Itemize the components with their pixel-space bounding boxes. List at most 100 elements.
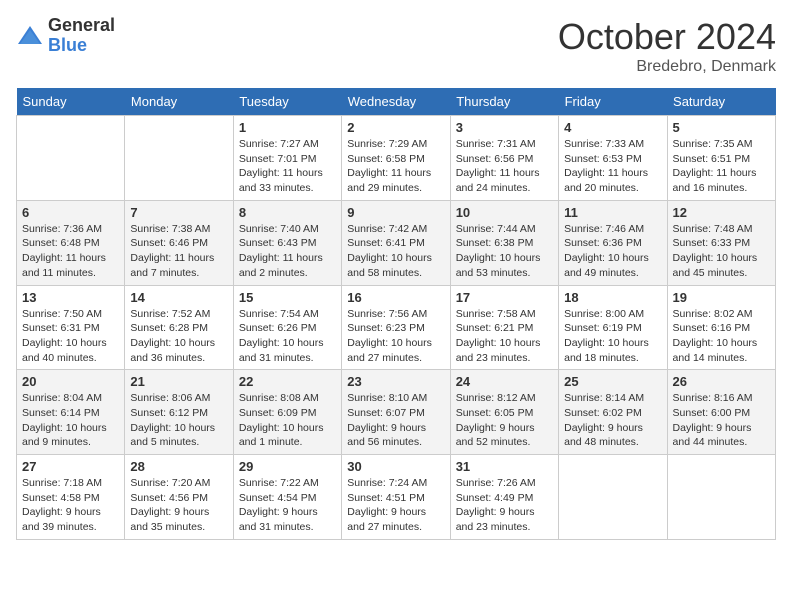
table-row: 11 Sunrise: 7:46 AM Sunset: 6:36 PM Dayli…	[559, 200, 667, 285]
calendar-header: Sunday Monday Tuesday Wednesday Thursday…	[17, 88, 776, 116]
day-detail: Sunrise: 7:26 AM Sunset: 4:49 PM Dayligh…	[456, 476, 553, 535]
table-row: 28 Sunrise: 7:20 AM Sunset: 4:56 PM Dayli…	[125, 455, 233, 540]
calendar-week-row: 6Sunrise: 7:36 AM Sunset: 6:48 PM Daylig…	[17, 200, 776, 285]
table-row: 29Sunrise: 7:22 AM Sunset: 4:54 PM Dayli…	[233, 455, 341, 540]
logo-icon	[16, 22, 44, 50]
page-header: General Blue October 2024 Bredebro, Denm…	[16, 16, 776, 76]
day-number: 5	[673, 120, 770, 135]
day-number: 9	[347, 205, 444, 220]
day-number: 19	[673, 290, 770, 305]
table-row: 8Sunrise: 7:40 AM Sunset: 6:43 PM Daylig…	[233, 200, 341, 285]
day-detail: Sunrise: 8:14 AM Sunset: 6:02 PM Dayligh…	[564, 391, 661, 450]
day-detail: Sunrise: 8:08 AM Sunset: 6:09 PM Dayligh…	[239, 391, 336, 450]
table-row: 4 Sunrise: 7:33 AM Sunset: 6:53 PM Daylig…	[559, 116, 667, 201]
day-number: 17	[456, 290, 553, 305]
calendar-week-row: 20 Sunrise: 8:04 AM Sunset: 6:14 PM Dayli…	[17, 370, 776, 455]
day-detail: Sunrise: 8:06 AM Sunset: 6:12 PM Dayligh…	[130, 391, 227, 450]
day-number: 25	[564, 374, 661, 389]
day-detail: Sunrise: 8:12 AM Sunset: 6:05 PM Dayligh…	[456, 391, 553, 450]
day-number: 1	[239, 120, 336, 135]
table-row	[125, 116, 233, 201]
table-row: 13Sunrise: 7:50 AM Sunset: 6:31 PM Dayli…	[17, 285, 125, 370]
table-row: 5Sunrise: 7:35 AM Sunset: 6:51 PM Daylig…	[667, 116, 775, 201]
day-number: 4	[564, 120, 661, 135]
table-row: 9 Sunrise: 7:42 AM Sunset: 6:41 PM Daylig…	[342, 200, 450, 285]
day-detail: Sunrise: 7:42 AM Sunset: 6:41 PM Dayligh…	[347, 222, 444, 281]
day-number: 18	[564, 290, 661, 305]
col-friday: Friday	[559, 88, 667, 116]
day-number: 29	[239, 459, 336, 474]
table-row: 26 Sunrise: 8:16 AM Sunset: 6:00 PM Dayli…	[667, 370, 775, 455]
day-detail: Sunrise: 8:02 AM Sunset: 6:16 PM Dayligh…	[673, 307, 770, 366]
logo-text: General Blue	[48, 16, 115, 56]
month-title: October 2024	[558, 16, 776, 58]
table-row: 10 Sunrise: 7:44 AM Sunset: 6:38 PM Dayli…	[450, 200, 558, 285]
table-row: 18 Sunrise: 8:00 AM Sunset: 6:19 PM Dayli…	[559, 285, 667, 370]
table-row: 20 Sunrise: 8:04 AM Sunset: 6:14 PM Dayli…	[17, 370, 125, 455]
day-detail: Sunrise: 8:00 AM Sunset: 6:19 PM Dayligh…	[564, 307, 661, 366]
col-sunday: Sunday	[17, 88, 125, 116]
day-detail: Sunrise: 8:16 AM Sunset: 6:00 PM Dayligh…	[673, 391, 770, 450]
table-row: 17 Sunrise: 7:58 AM Sunset: 6:21 PM Dayli…	[450, 285, 558, 370]
day-detail: Sunrise: 7:54 AM Sunset: 6:26 PM Dayligh…	[239, 307, 336, 366]
table-row: 22Sunrise: 8:08 AM Sunset: 6:09 PM Dayli…	[233, 370, 341, 455]
table-row: 7 Sunrise: 7:38 AM Sunset: 6:46 PM Daylig…	[125, 200, 233, 285]
day-detail: Sunrise: 8:04 AM Sunset: 6:14 PM Dayligh…	[22, 391, 119, 450]
day-number: 24	[456, 374, 553, 389]
day-number: 30	[347, 459, 444, 474]
day-detail: Sunrise: 8:10 AM Sunset: 6:07 PM Dayligh…	[347, 391, 444, 450]
day-detail: Sunrise: 7:48 AM Sunset: 6:33 PM Dayligh…	[673, 222, 770, 281]
table-row: 21 Sunrise: 8:06 AM Sunset: 6:12 PM Dayli…	[125, 370, 233, 455]
day-number: 7	[130, 205, 227, 220]
day-detail: Sunrise: 7:33 AM Sunset: 6:53 PM Dayligh…	[564, 137, 661, 196]
day-detail: Sunrise: 7:36 AM Sunset: 6:48 PM Dayligh…	[22, 222, 119, 281]
logo: General Blue	[16, 16, 115, 56]
day-detail: Sunrise: 7:56 AM Sunset: 6:23 PM Dayligh…	[347, 307, 444, 366]
col-wednesday: Wednesday	[342, 88, 450, 116]
calendar-week-row: 13Sunrise: 7:50 AM Sunset: 6:31 PM Dayli…	[17, 285, 776, 370]
day-detail: Sunrise: 7:38 AM Sunset: 6:46 PM Dayligh…	[130, 222, 227, 281]
day-detail: Sunrise: 7:58 AM Sunset: 6:21 PM Dayligh…	[456, 307, 553, 366]
day-detail: Sunrise: 7:46 AM Sunset: 6:36 PM Dayligh…	[564, 222, 661, 281]
table-row: 27 Sunrise: 7:18 AM Sunset: 4:58 PM Dayli…	[17, 455, 125, 540]
day-number: 27	[22, 459, 119, 474]
col-monday: Monday	[125, 88, 233, 116]
logo-blue: Blue	[48, 36, 115, 56]
day-number: 20	[22, 374, 119, 389]
day-number: 28	[130, 459, 227, 474]
day-number: 10	[456, 205, 553, 220]
day-detail: Sunrise: 7:27 AM Sunset: 7:01 PM Dayligh…	[239, 137, 336, 196]
title-block: October 2024 Bredebro, Denmark	[558, 16, 776, 76]
day-number: 15	[239, 290, 336, 305]
table-row	[667, 455, 775, 540]
day-number: 11	[564, 205, 661, 220]
col-tuesday: Tuesday	[233, 88, 341, 116]
table-row: 25 Sunrise: 8:14 AM Sunset: 6:02 PM Dayli…	[559, 370, 667, 455]
table-row: 12 Sunrise: 7:48 AM Sunset: 6:33 PM Dayli…	[667, 200, 775, 285]
day-detail: Sunrise: 7:29 AM Sunset: 6:58 PM Dayligh…	[347, 137, 444, 196]
table-row: 14Sunrise: 7:52 AM Sunset: 6:28 PM Dayli…	[125, 285, 233, 370]
day-detail: Sunrise: 7:20 AM Sunset: 4:56 PM Dayligh…	[130, 476, 227, 535]
calendar-week-row: 1 Sunrise: 7:27 AM Sunset: 7:01 PM Daylig…	[17, 116, 776, 201]
day-detail: Sunrise: 7:18 AM Sunset: 4:58 PM Dayligh…	[22, 476, 119, 535]
table-row: 1 Sunrise: 7:27 AM Sunset: 7:01 PM Daylig…	[233, 116, 341, 201]
day-number: 2	[347, 120, 444, 135]
table-row: 23 Sunrise: 8:10 AM Sunset: 6:07 PM Dayli…	[342, 370, 450, 455]
table-row: 24 Sunrise: 8:12 AM Sunset: 6:05 PM Dayli…	[450, 370, 558, 455]
location: Bredebro, Denmark	[558, 58, 776, 76]
day-number: 12	[673, 205, 770, 220]
table-row: 30Sunrise: 7:24 AM Sunset: 4:51 PM Dayli…	[342, 455, 450, 540]
col-thursday: Thursday	[450, 88, 558, 116]
table-row: 2 Sunrise: 7:29 AM Sunset: 6:58 PM Daylig…	[342, 116, 450, 201]
calendar-table: Sunday Monday Tuesday Wednesday Thursday…	[16, 88, 776, 540]
day-number: 13	[22, 290, 119, 305]
day-number: 26	[673, 374, 770, 389]
day-number: 23	[347, 374, 444, 389]
calendar-week-row: 27 Sunrise: 7:18 AM Sunset: 4:58 PM Dayli…	[17, 455, 776, 540]
day-detail: Sunrise: 7:40 AM Sunset: 6:43 PM Dayligh…	[239, 222, 336, 281]
day-detail: Sunrise: 7:44 AM Sunset: 6:38 PM Dayligh…	[456, 222, 553, 281]
table-row: 3Sunrise: 7:31 AM Sunset: 6:56 PM Daylig…	[450, 116, 558, 201]
day-number: 21	[130, 374, 227, 389]
header-row: Sunday Monday Tuesday Wednesday Thursday…	[17, 88, 776, 116]
day-number: 16	[347, 290, 444, 305]
